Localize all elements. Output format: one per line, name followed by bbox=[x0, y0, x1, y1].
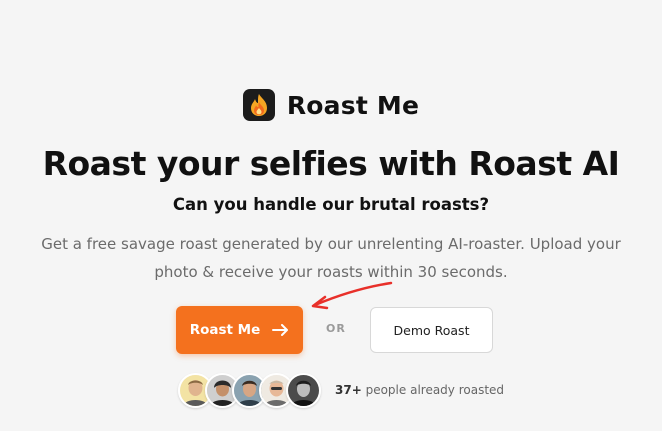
roast-me-label: Roast Me bbox=[189, 322, 261, 338]
roasted-label: people already roasted bbox=[365, 383, 505, 397]
page-subtitle: Can you handle our brutal roasts? bbox=[172, 195, 490, 214]
landing-page: Roast Me Roast your selfies with Roast A… bbox=[0, 0, 662, 431]
roast-me-button[interactable]: Roast Me bbox=[176, 306, 303, 354]
annotation-arrow-icon bbox=[311, 281, 393, 310]
arrow-right-icon bbox=[272, 324, 289, 336]
social-proof-text: 37+ people already roasted bbox=[335, 383, 504, 397]
avatar bbox=[286, 372, 321, 408]
avatar-group bbox=[178, 372, 321, 408]
page-title: Roast your selfies with Roast AI bbox=[42, 144, 620, 183]
flame-icon bbox=[242, 89, 275, 121]
cta-row: Roast Me OR Demo Roast bbox=[0, 306, 662, 354]
brand-header: Roast Me bbox=[0, 89, 662, 121]
or-separator: OR bbox=[326, 322, 346, 335]
brand-name: Roast Me bbox=[286, 90, 420, 120]
roasted-count: 37+ bbox=[335, 383, 362, 397]
social-proof: 37+ people already roasted bbox=[178, 372, 504, 408]
demo-roast-button[interactable]: Demo Roast bbox=[370, 307, 493, 353]
